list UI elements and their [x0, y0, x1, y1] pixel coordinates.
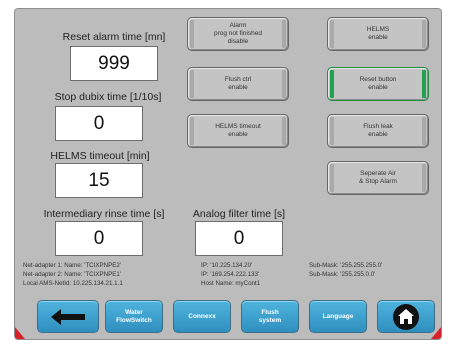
button-stripe-left: [330, 70, 334, 98]
reset-alarm-time-label: Reset alarm time [mn]: [62, 31, 166, 43]
flush-ctrl-button[interactable]: Flush ctrl enable: [187, 67, 289, 101]
flush-ctrl-label: Flush ctrl enable: [224, 76, 252, 91]
button-stripe-right: [422, 164, 426, 192]
helms-timeout-enable-button[interactable]: HELMS timeout enable: [187, 114, 289, 148]
reset-alarm-time-field[interactable]: 999: [70, 46, 158, 81]
button-stripe-right: [422, 20, 426, 48]
button-stripe-right: [282, 20, 286, 48]
arrow-left-icon: [51, 308, 85, 325]
sub-mask-1: Sub-Mask: '255.255.255.0': [309, 262, 383, 269]
language-label: Language: [322, 312, 354, 320]
stop-dubix-time-label: Stop dubix time [1/10s]: [54, 91, 162, 103]
button-stripe-left: [190, 20, 194, 48]
ip-address-2: IP: '169.254.222.133': [201, 271, 260, 278]
analog-filter-time-field[interactable]: 0: [195, 221, 283, 256]
net-adapter-2: Net-adapter 2: Name: 'TCIXPNPE1': [23, 271, 121, 278]
flush-leak-button[interactable]: Flush leak enable: [327, 114, 429, 148]
connexx-button[interactable]: Connexx: [173, 300, 231, 333]
water-flowswitch-button[interactable]: Water FlowSwitch: [105, 300, 163, 333]
reset-button-enable-label: Reset button enable: [359, 76, 397, 91]
home-icon: [393, 303, 419, 330]
host-name: Host Name: myCont1: [201, 280, 261, 287]
button-stripe-left: [330, 20, 334, 48]
corner-marker-left: [15, 327, 25, 339]
helms-timeout-enable-label: HELMS timeout enable: [215, 123, 261, 138]
helms-enable-button[interactable]: HELMS enable: [327, 17, 429, 51]
button-stripe-left: [190, 70, 194, 98]
button-stripe-right: [422, 117, 426, 145]
stop-dubix-time-field[interactable]: 0: [55, 106, 143, 141]
flush-system-label: Flush system: [258, 308, 282, 324]
reset-button-enable-button[interactable]: Reset button enable: [327, 67, 429, 101]
button-stripe-right: [422, 70, 426, 98]
button-stripe-right: [282, 117, 286, 145]
helms-timeout-field[interactable]: 15: [55, 163, 143, 198]
local-ams-netid: Local AMS-NetId: 10.225.134.21.1.1: [23, 280, 123, 287]
alarm-prog-label: Alarm prog not finished disable: [213, 22, 263, 45]
separate-air-stop-alarm-button[interactable]: Seperate Air & Stop Alarm: [327, 161, 429, 195]
back-button[interactable]: [37, 300, 99, 333]
connexx-label: Connexx: [188, 312, 216, 320]
button-stripe-right: [282, 70, 286, 98]
bottom-nav-bar: Water FlowSwitch Connexx Flush system La…: [15, 292, 441, 339]
helms-enable-label: HELMS enable: [366, 26, 390, 41]
net-adapter-1: Net-adapter 1: Name: 'TCIXPNPE2': [23, 262, 121, 269]
button-stripe-left: [190, 117, 194, 145]
button-stripe-left: [330, 164, 334, 192]
separate-air-label: Seperate Air & Stop Alarm: [359, 170, 397, 185]
settings-panel: Reset alarm time [mn] 999 Stop dubix tim…: [14, 8, 442, 340]
intermediary-rinse-time-label: Intermediary rinse time [s]: [43, 208, 165, 220]
flush-system-button[interactable]: Flush system: [241, 300, 299, 333]
button-stripe-left: [330, 117, 334, 145]
corner-marker-right: [431, 327, 441, 339]
water-flowswitch-label: Water FlowSwitch: [116, 308, 152, 324]
flush-leak-label: Flush leak enable: [363, 123, 393, 138]
alarm-prog-not-finished-button[interactable]: Alarm prog not finished disable: [187, 17, 289, 51]
sub-mask-2: Sub-Mask: '255.255.0.0': [309, 271, 376, 278]
language-button[interactable]: Language: [309, 300, 367, 333]
hmi-screen: Reset alarm time [mn] 999 Stop dubix tim…: [0, 0, 457, 344]
home-button[interactable]: [377, 300, 435, 333]
intermediary-rinse-time-field[interactable]: 0: [55, 221, 143, 256]
helms-timeout-label: HELMS timeout [min]: [50, 150, 150, 162]
analog-filter-time-label: Analog filter time [s]: [192, 208, 286, 220]
ip-address-1: IP: '10.225.134.20': [201, 262, 253, 269]
